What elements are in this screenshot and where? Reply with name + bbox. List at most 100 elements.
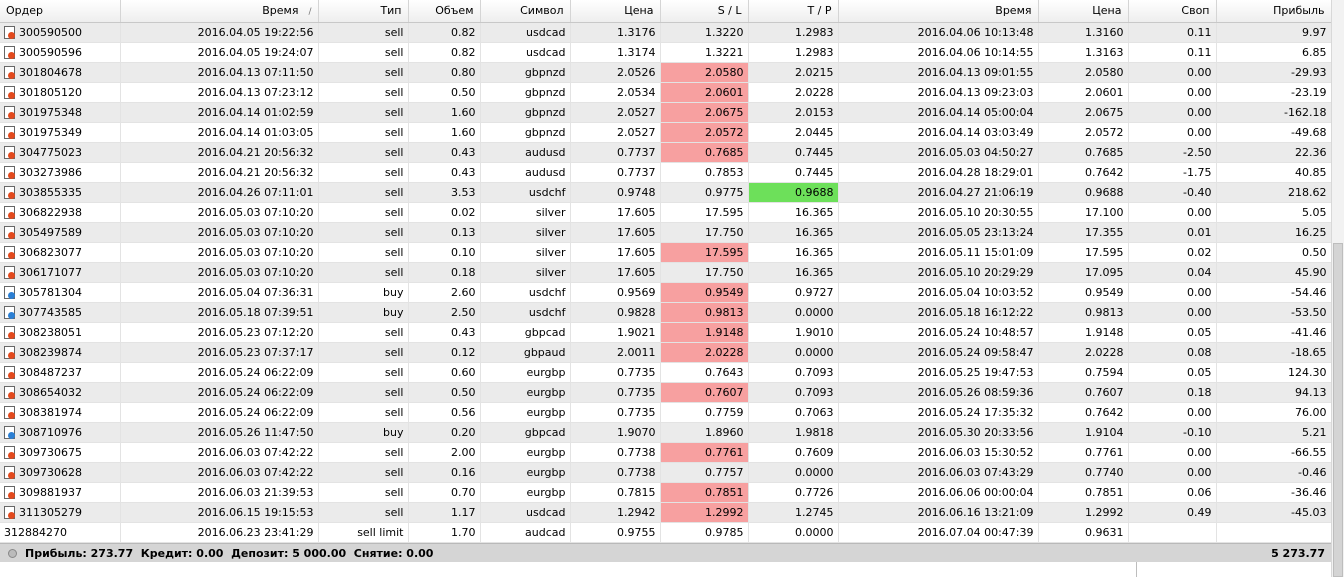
table-row[interactable]: 308710976 2016.05.26 11:47:50 buy 0.20 gbpca… <box>0 422 1331 443</box>
cell-text: 2016.05.23 07:12:20 <box>197 325 314 339</box>
cell-text: 5.05 <box>1302 205 1327 219</box>
cell-close-time: 2016.04.13 09:01:55 <box>838 62 1039 83</box>
table-row[interactable]: 303273986 2016.04.21 20:56:32 sell 0.43 audu… <box>0 162 1331 183</box>
cell-swap <box>1128 522 1217 543</box>
cell-text: 0.7643 <box>705 365 744 379</box>
cell-text: 2016.05.03 07:10:20 <box>197 245 314 259</box>
cell-text: 2016.06.15 19:15:53 <box>197 505 314 519</box>
cell-text: gbpcad <box>524 325 566 339</box>
sell-marker-icon <box>8 351 15 359</box>
table-row[interactable]: 303855335 2016.04.26 07:11:01 sell 3.53 usdc… <box>0 182 1331 203</box>
column-header-profit[interactable]: Прибыль <box>1216 0 1331 23</box>
cell-open-price: 17.605 <box>570 242 661 263</box>
column-header-close-price[interactable]: Цена <box>1038 0 1129 23</box>
cell-text: sell <box>384 265 404 279</box>
cell-text: sell <box>384 45 404 59</box>
cell-text: 0.7642 <box>1085 165 1124 179</box>
cell-symbol: eurgbp <box>480 382 571 403</box>
cell-close-time: 2016.04.28 18:29:01 <box>838 162 1039 183</box>
table-row[interactable]: 309881937 2016.06.03 21:39:53 sell 0.70 eurg… <box>0 482 1331 503</box>
cell-close-price: 17.355 <box>1038 222 1129 243</box>
table-header: Ордер Время / Тип Объем Символ Цена S / L… <box>0 0 1331 23</box>
cell-close-price: 1.2992 <box>1038 502 1129 523</box>
cell-open-time: 2016.04.05 19:24:07 <box>120 42 319 63</box>
column-header-symbol[interactable]: Символ <box>480 0 571 23</box>
table-row[interactable]: 308381974 2016.05.24 06:22:09 sell 0.56 eurg… <box>0 402 1331 423</box>
cell-open-time: 2016.05.03 07:10:20 <box>120 222 319 243</box>
cell-order: 301805120 <box>0 82 121 103</box>
column-header-order[interactable]: Ордер <box>0 0 121 23</box>
vertical-scrollbar[interactable] <box>1331 0 1344 577</box>
cell-volume: 1.60 <box>408 122 481 143</box>
cell-text: 311305279 <box>19 505 82 519</box>
table-row[interactable]: 300590500 2016.04.05 19:22:56 sell 0.82 usdc… <box>0 22 1331 43</box>
cell-close-price: 0.7685 <box>1038 142 1129 163</box>
column-header-type[interactable]: Тип <box>318 0 409 23</box>
cell-text: 1.2992 <box>705 505 744 519</box>
cell-type: sell <box>318 362 409 383</box>
table-row[interactable]: 301975349 2016.04.14 01:03:05 sell 1.60 gbpn… <box>0 122 1331 143</box>
cell-volume: 1.17 <box>408 502 481 523</box>
column-header-swap[interactable]: Своп <box>1128 0 1217 23</box>
cell-symbol: usdchf <box>480 182 571 203</box>
scrollbar-thumb[interactable] <box>1333 243 1343 577</box>
table-row[interactable]: 306822938 2016.05.03 07:10:20 sell 0.02 silv… <box>0 202 1331 223</box>
cell-close-time: 2016.05.03 04:50:27 <box>838 142 1039 163</box>
table-row[interactable]: 301804678 2016.04.13 07:11:50 sell 0.80 gbpn… <box>0 62 1331 83</box>
column-header-volume[interactable]: Объем <box>408 0 481 23</box>
column-header-sl[interactable]: S / L <box>660 0 749 23</box>
column-header-label: T / P <box>807 4 832 18</box>
cell-volume: 0.43 <box>408 162 481 183</box>
cell-text: 2016.05.18 07:39:51 <box>197 305 314 319</box>
cell-sl: 2.0601 <box>660 82 749 103</box>
cell-tp: 1.2745 <box>748 502 839 523</box>
cell-text: buy <box>383 285 404 299</box>
table-row[interactable]: 308487237 2016.05.24 06:22:09 sell 0.60 eurg… <box>0 362 1331 383</box>
table-row[interactable]: 304775023 2016.04.21 20:56:32 sell 0.43 audu… <box>0 142 1331 163</box>
cell-text: sell <box>384 205 404 219</box>
cell-open-price: 0.7815 <box>570 482 661 503</box>
cell-text: 0.43 <box>451 325 476 339</box>
table-row[interactable]: 301975348 2016.04.14 01:02:59 sell 1.60 gbpn… <box>0 102 1331 123</box>
cell-text: 5.21 <box>1302 425 1327 439</box>
table-row[interactable]: 312884270 2016.06.23 23:41:29 sell limit 1.… <box>0 522 1331 543</box>
table-row[interactable]: 311305279 2016.06.15 19:15:53 sell 1.17 usdc… <box>0 502 1331 523</box>
table-row[interactable]: 301805120 2016.04.13 07:23:12 sell 0.50 gbpn… <box>0 82 1331 103</box>
cell-text: 2016.04.13 07:23:12 <box>197 85 314 99</box>
cell-text: 0.11 <box>1187 25 1212 39</box>
table-row[interactable]: 306171077 2016.05.03 07:10:20 sell 0.18 silv… <box>0 262 1331 283</box>
cell-text: 2016.05.24 06:22:09 <box>197 405 314 419</box>
table-row[interactable]: 306823077 2016.05.03 07:10:20 sell 0.10 silv… <box>0 242 1331 263</box>
table-row[interactable]: 300590596 2016.04.05 19:24:07 sell 0.82 usdc… <box>0 42 1331 63</box>
column-header-open-time[interactable]: Время / <box>120 0 319 23</box>
cell-text: 301804678 <box>19 65 82 79</box>
table-row[interactable]: 305781304 2016.05.04 07:36:31 buy 2.60 usdch… <box>0 282 1331 303</box>
cell-volume: 0.13 <box>408 222 481 243</box>
cell-text: 0.05 <box>1187 325 1212 339</box>
cell-text: 0.80 <box>451 65 476 79</box>
table-row[interactable]: 307743585 2016.05.18 07:39:51 buy 2.50 usdch… <box>0 302 1331 323</box>
cell-text: 0.7851 <box>1085 485 1124 499</box>
cell-text: 0.7445 <box>795 165 834 179</box>
column-header-close-time[interactable]: Время <box>838 0 1039 23</box>
cell-text: 17.750 <box>705 265 744 279</box>
cell-sl: 0.7643 <box>660 362 749 383</box>
table-row[interactable]: 308654032 2016.05.24 06:22:09 sell 0.50 eurg… <box>0 382 1331 403</box>
column-header-tp[interactable]: T / P <box>748 0 839 23</box>
table-row[interactable]: 309730675 2016.06.03 07:42:22 sell 2.00 eurg… <box>0 442 1331 463</box>
cell-text: -41.46 <box>1291 325 1327 339</box>
table-row[interactable]: 305497589 2016.05.03 07:10:20 sell 0.13 silv… <box>0 222 1331 243</box>
cell-text: 0.13 <box>451 225 476 239</box>
cell-volume: 1.60 <box>408 102 481 123</box>
cell-text: 2.0572 <box>705 125 744 139</box>
table-row[interactable]: 308239874 2016.05.23 07:37:17 sell 0.12 gbpa… <box>0 342 1331 363</box>
table-row[interactable]: 309730628 2016.06.03 07:42:22 sell 0.16 eurg… <box>0 462 1331 483</box>
cell-type: sell <box>318 322 409 343</box>
sell-order-icon <box>4 125 15 139</box>
cell-close-price: 0.7740 <box>1038 462 1129 483</box>
table-row[interactable]: 308238051 2016.05.23 07:12:20 sell 0.43 gbpc… <box>0 322 1331 343</box>
column-header-open-price[interactable]: Цена <box>570 0 661 23</box>
cell-text: silver <box>535 225 566 239</box>
cell-close-time: 2016.05.05 23:13:24 <box>838 222 1039 243</box>
cell-text: 1.9021 <box>617 325 656 339</box>
